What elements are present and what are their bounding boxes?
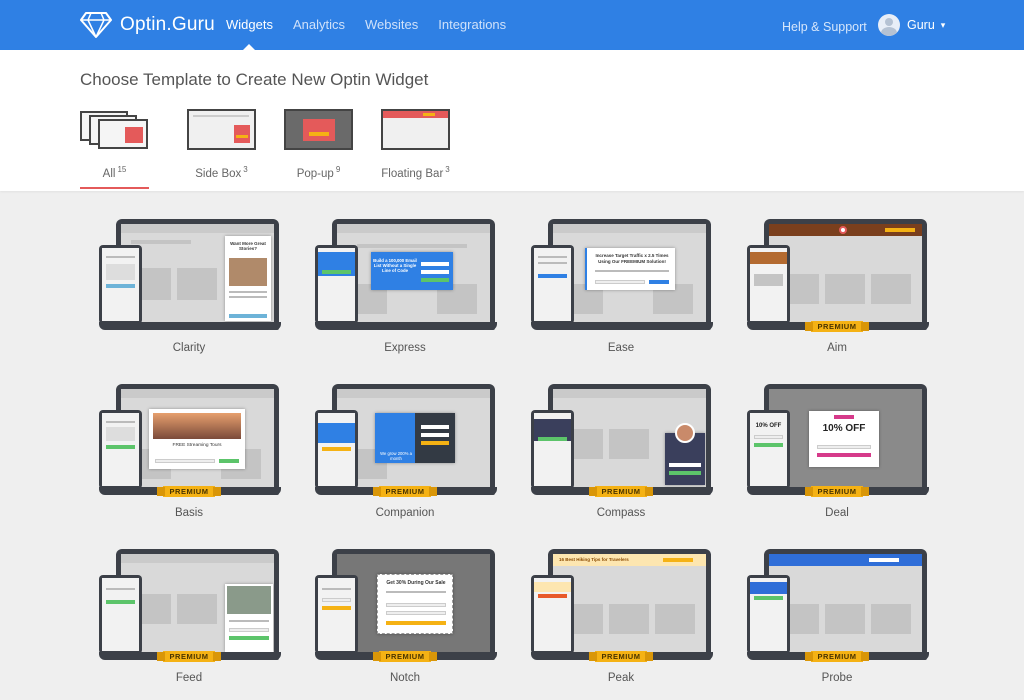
active-tab-indicator (80, 187, 149, 189)
phone-preview (747, 245, 790, 324)
preview-heading: Get 30% During Our Sale (386, 580, 446, 586)
diamond-logo-icon (80, 12, 112, 38)
premium-badge: PREMIUM (589, 651, 653, 662)
phone-preview (531, 410, 574, 489)
template-name: Aim (827, 342, 847, 354)
avatar (878, 14, 900, 36)
phone-preview (531, 245, 574, 324)
preview-heading: Want More Great Stories? (230, 241, 266, 251)
phone-preview (315, 575, 358, 654)
premium-badge: PREMIUM (373, 486, 437, 497)
template-card-ease[interactable]: Increase Target Traffic x 2.5 Times Usin… (529, 218, 713, 354)
phone-preview (531, 575, 574, 654)
template-card-notch[interactable]: Get 30% During Our Sale PREMIUM Notch (313, 548, 497, 684)
filter-pop-up-label: Pop-up 9 (296, 165, 341, 180)
template-card-feed[interactable]: PREMIUM Feed (97, 548, 281, 684)
filter-side-box-label: Side Box 3 (195, 165, 248, 180)
phone-preview (99, 245, 142, 324)
template-name: Peak (607, 672, 635, 684)
filter-floating-bar[interactable]: Floating Bar 3 (381, 109, 450, 180)
template-filters: All 15 Side Box 3 Pop-up 9 Floating Bar 3 (80, 109, 450, 189)
preview-heading: 16 Best Hiking Tips for Travelers (559, 557, 629, 562)
filter-side-box[interactable]: Side Box 3 (187, 109, 256, 180)
template-name: Notch (389, 672, 421, 684)
nav-websites[interactable]: Websites (355, 0, 428, 50)
user-menu[interactable]: Guru ▾ (878, 14, 945, 36)
top-nav-bar: Optin.Guru Widgets Analytics Websites In… (0, 0, 1024, 50)
template-card-express[interactable]: Build a 100,000 Email List Without a Sin… (313, 218, 497, 354)
preview-heading: Increase Target Traffic x 2.5 Times Usin… (595, 253, 669, 264)
filter-pop-up[interactable]: Pop-up 9 (284, 109, 353, 180)
premium-badge: PREMIUM (805, 321, 869, 332)
filter-all-label: All 15 (102, 165, 127, 180)
page-title: Choose Template to Create New Optin Widg… (80, 70, 429, 89)
premium-badge: PREMIUM (157, 651, 221, 662)
chevron-down-icon: ▾ (940, 19, 946, 30)
help-support-link[interactable]: Help & Support (782, 0, 867, 54)
template-name: Feed (175, 672, 203, 684)
phone-preview (99, 575, 142, 654)
template-card-peak[interactable]: 16 Best Hiking Tips for Travelers PREMIU… (529, 548, 713, 684)
preview-heading: FREE Streaming Tours (172, 443, 222, 448)
template-card-basis[interactable]: FREE Streaming Tours PREMIUM Basis (97, 383, 281, 519)
preview-heading: 10% OFF (822, 423, 866, 434)
filter-floating-bar-label: Floating Bar 3 (381, 165, 450, 180)
template-name: Basis (174, 507, 204, 519)
premium-badge: PREMIUM (589, 486, 653, 497)
phone-preview: 10% OFF (747, 410, 790, 489)
template-card-aim[interactable]: PREMIUM Aim (745, 218, 929, 354)
phone-preview (747, 575, 790, 654)
preview-heading: We grow 200% a month (380, 451, 412, 461)
template-name: Clarity (172, 342, 206, 354)
premium-badge: PREMIUM (805, 486, 869, 497)
nav-integrations[interactable]: Integrations (428, 0, 516, 50)
template-name: Probe (821, 672, 853, 684)
premium-badge: PREMIUM (373, 651, 437, 662)
preview-heading-mobile: 10% OFF (755, 423, 782, 429)
nav-widgets[interactable]: Widgets (216, 0, 283, 50)
phone-preview (99, 410, 142, 489)
filter-pop-up-thumbnail (284, 109, 353, 150)
template-card-compass[interactable]: PREMIUM Compass (529, 383, 713, 519)
template-name: Ease (607, 342, 635, 354)
header-panel: Choose Template to Create New Optin Widg… (0, 50, 1024, 191)
filter-side-box-thumbnail (187, 109, 256, 150)
template-card-deal[interactable]: 10% OFF 10% OFF PREMIUM Deal (745, 383, 929, 519)
user-name: Guru (907, 18, 935, 32)
main-nav: Widgets Analytics Websites Integrations (216, 0, 516, 50)
nav-analytics[interactable]: Analytics (283, 0, 355, 50)
template-card-clarity[interactable]: Want More Great Stories? Clarity (97, 218, 281, 354)
template-card-probe[interactable]: PREMIUM Probe (745, 548, 929, 684)
filter-all[interactable]: All 15 (80, 109, 149, 189)
premium-badge: PREMIUM (157, 486, 221, 497)
phone-preview (315, 245, 358, 324)
template-card-companion[interactable]: We grow 200% a month PREMIUM Companion (313, 383, 497, 519)
template-name: Compass (596, 507, 646, 519)
filter-floating-bar-thumbnail (381, 109, 450, 150)
preview-heading: Build a 100,000 Email List Without a Sin… (373, 258, 417, 273)
template-name: Companion (375, 507, 435, 519)
filter-all-thumbnail (80, 109, 149, 150)
brand[interactable]: Optin.Guru (80, 11, 215, 39)
phone-preview (315, 410, 358, 489)
template-name: Deal (825, 507, 849, 519)
premium-badge: PREMIUM (805, 651, 869, 662)
template-name: Express (384, 342, 426, 354)
brand-name: Optin.Guru (120, 14, 215, 35)
